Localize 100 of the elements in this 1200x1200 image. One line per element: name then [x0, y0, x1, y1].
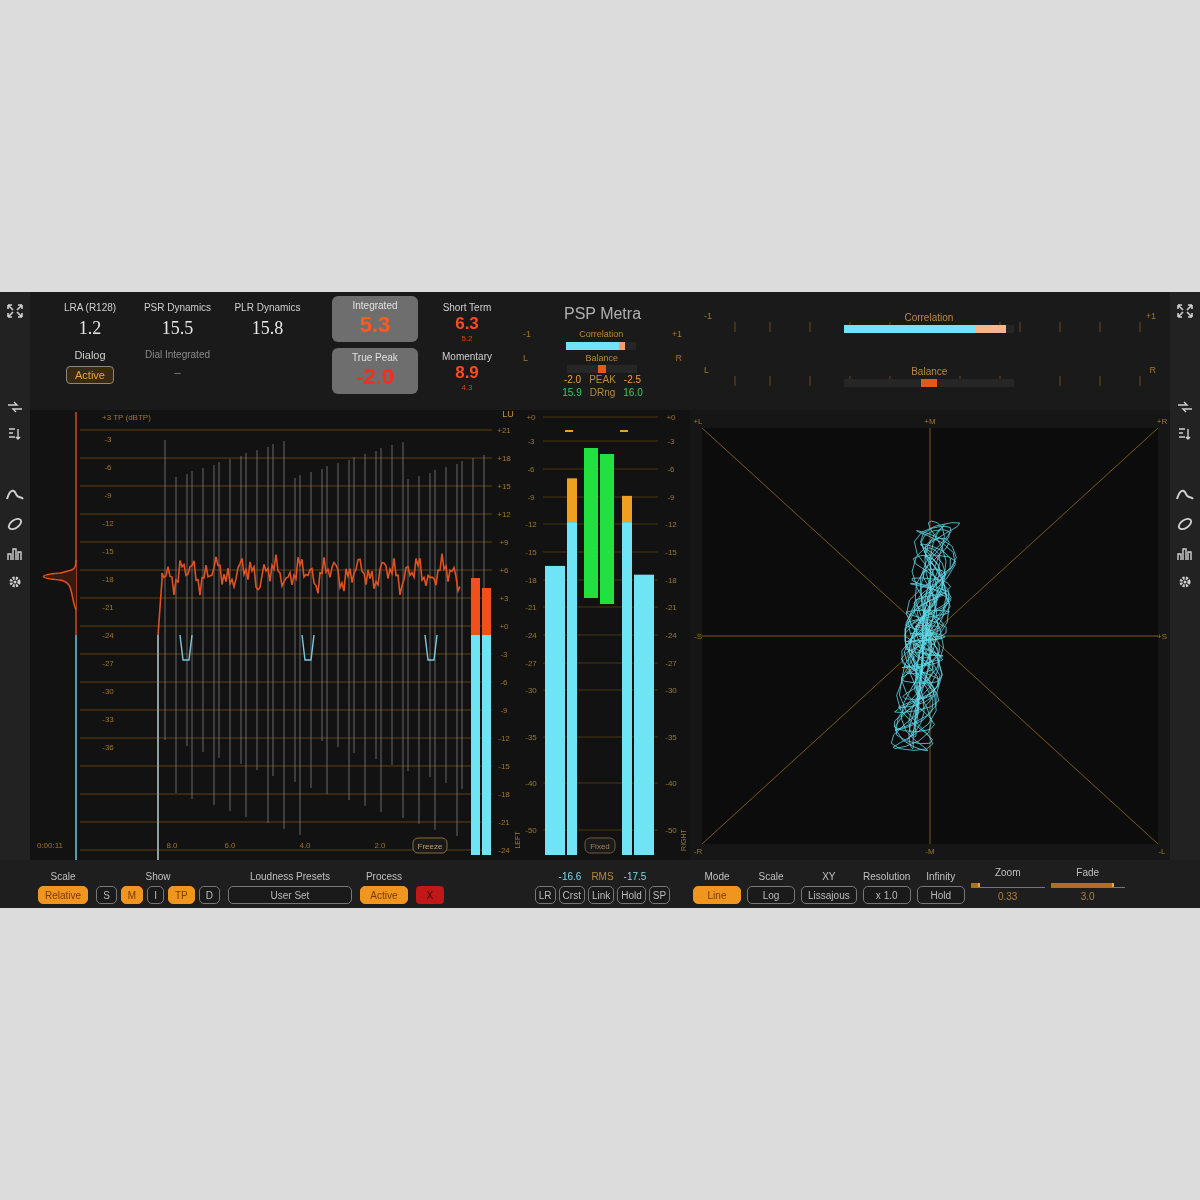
dial-integrated-value: –: [174, 365, 181, 380]
scale-label: -9: [527, 493, 535, 502]
toggle-button[interactable]: Lissajous: [801, 886, 857, 904]
toggle-button[interactable]: Line: [693, 886, 741, 904]
reading-label: PEAK: [589, 373, 616, 386]
control-label: Zoom: [994, 866, 1021, 880]
control-label: Fade: [1076, 866, 1100, 880]
readout-label: True Peak: [352, 351, 398, 365]
scale-label: +18: [497, 454, 511, 463]
toggle-button[interactable]: M: [120, 886, 144, 904]
readout-label: Short Term: [442, 301, 492, 315]
scale-label: +21: [497, 426, 511, 435]
time-label: 2.0: [374, 841, 386, 850]
slider-fill[interactable]: [1050, 883, 1114, 887]
slider-value: 3.0: [1080, 890, 1095, 904]
control-label: Process: [365, 870, 402, 884]
scale-label: L: [704, 364, 709, 377]
scale-label: -6: [667, 465, 675, 474]
scale-label: -50: [525, 826, 537, 835]
scale-label: -50: [665, 826, 677, 835]
peak-hold-marker: [565, 430, 573, 432]
scale-label: -12: [498, 734, 510, 743]
toggle-button[interactable]: Hold: [916, 886, 965, 904]
toggle-button[interactable]: x 1.0: [862, 886, 911, 904]
toggle-button[interactable]: D: [198, 886, 220, 904]
scale-label: +1: [671, 328, 682, 341]
axis-label: +M: [924, 417, 936, 426]
scale-label: -36: [102, 743, 114, 752]
scale-label: +6: [499, 566, 509, 575]
scale-label: -27: [102, 659, 114, 668]
expand-icon[interactable]: [1176, 303, 1194, 319]
toggle-button[interactable]: TP: [167, 886, 195, 904]
ellipse-icon[interactable]: [6, 516, 24, 532]
arrows-icon[interactable]: [6, 399, 24, 415]
correlation-tip: [618, 341, 625, 350]
scale-label: R: [1149, 364, 1156, 377]
scale-label: -9: [667, 493, 675, 502]
toggle-button[interactable]: I: [147, 886, 164, 904]
control-label: XY: [822, 870, 836, 884]
stat-label: LRA (R128): [63, 301, 117, 315]
stat-value: 1.2: [78, 317, 102, 340]
toggle-button[interactable]: Link: [587, 886, 615, 904]
scale-label: -1: [523, 328, 531, 341]
toggle-button[interactable]: SP: [648, 886, 671, 904]
scale-label: +15: [497, 482, 511, 491]
peak-hold-marker: [620, 430, 628, 432]
bar-graph-icon[interactable]: [1176, 546, 1194, 562]
meter-reading: -2.5: [623, 373, 642, 386]
toggle-button[interactable]: LR: [534, 886, 556, 904]
scale-label: +12: [497, 510, 511, 519]
scale-label: -12: [102, 519, 114, 528]
toggle-button[interactable]: S: [96, 886, 117, 904]
ellipse-icon[interactable]: [1176, 516, 1194, 532]
scale-label: -6: [104, 463, 112, 472]
control-label: Scale: [50, 870, 76, 884]
scale-label: -40: [525, 779, 537, 788]
bar-graph-icon[interactable]: [6, 546, 24, 562]
scale-label: -24: [525, 631, 537, 640]
dialog-active-button[interactable]: Active: [66, 365, 114, 384]
toggle-button[interactable]: Relative: [38, 886, 89, 904]
correlation-tip: [976, 325, 1007, 333]
expand-icon[interactable]: [6, 303, 24, 319]
scale-label: -18: [102, 575, 114, 584]
scale-label: -35: [525, 733, 537, 742]
scale-label: -18: [498, 790, 510, 799]
scale-label: -3: [527, 437, 535, 446]
scale-label: +3: [499, 594, 509, 603]
toggle-button[interactable]: Hold: [617, 886, 646, 904]
unit-label: LU: [502, 410, 514, 419]
plugin-title: PSP Metra: [563, 304, 642, 324]
preset-dropdown[interactable]: User Set: [227, 886, 352, 904]
slider-fill[interactable]: [970, 883, 980, 887]
meter-reading: -2.0: [563, 373, 582, 386]
fixed-button[interactable]: Fixed: [584, 837, 616, 854]
control-label: Show: [145, 870, 171, 884]
scale-label: -33: [102, 715, 114, 724]
toggle-button[interactable]: Crst: [558, 886, 585, 904]
rms-reading: -16.6: [558, 870, 582, 884]
time-label: 0:00:11: [36, 841, 64, 850]
dial-integrated-label: Dial Integrated: [144, 348, 210, 362]
scale-label: -9: [500, 706, 508, 715]
freeze-button[interactable]: Freeze: [412, 837, 448, 854]
control-label: Resolution: [863, 870, 911, 884]
scale-label: -3: [500, 650, 508, 659]
toggle-button[interactable]: Active: [359, 886, 408, 904]
axis-label: -S: [694, 632, 702, 641]
scale-label: -21: [665, 603, 677, 612]
toggle-button[interactable]: Log: [747, 886, 795, 904]
scale-label: -27: [525, 659, 537, 668]
arrows-icon[interactable]: [1176, 399, 1194, 415]
scale-label: +0: [526, 413, 536, 422]
readout-value: 6.3: [455, 315, 479, 333]
scale-label: L: [523, 351, 528, 365]
scale-label: R: [675, 351, 682, 365]
correlation-label: Correlation: [579, 328, 624, 341]
axis-label: +L: [693, 417, 703, 426]
scale-label: -12: [665, 520, 677, 529]
scale-label: -3: [667, 437, 675, 446]
readout-value: 5.3: [359, 313, 391, 337]
control-label: Mode: [704, 870, 730, 884]
